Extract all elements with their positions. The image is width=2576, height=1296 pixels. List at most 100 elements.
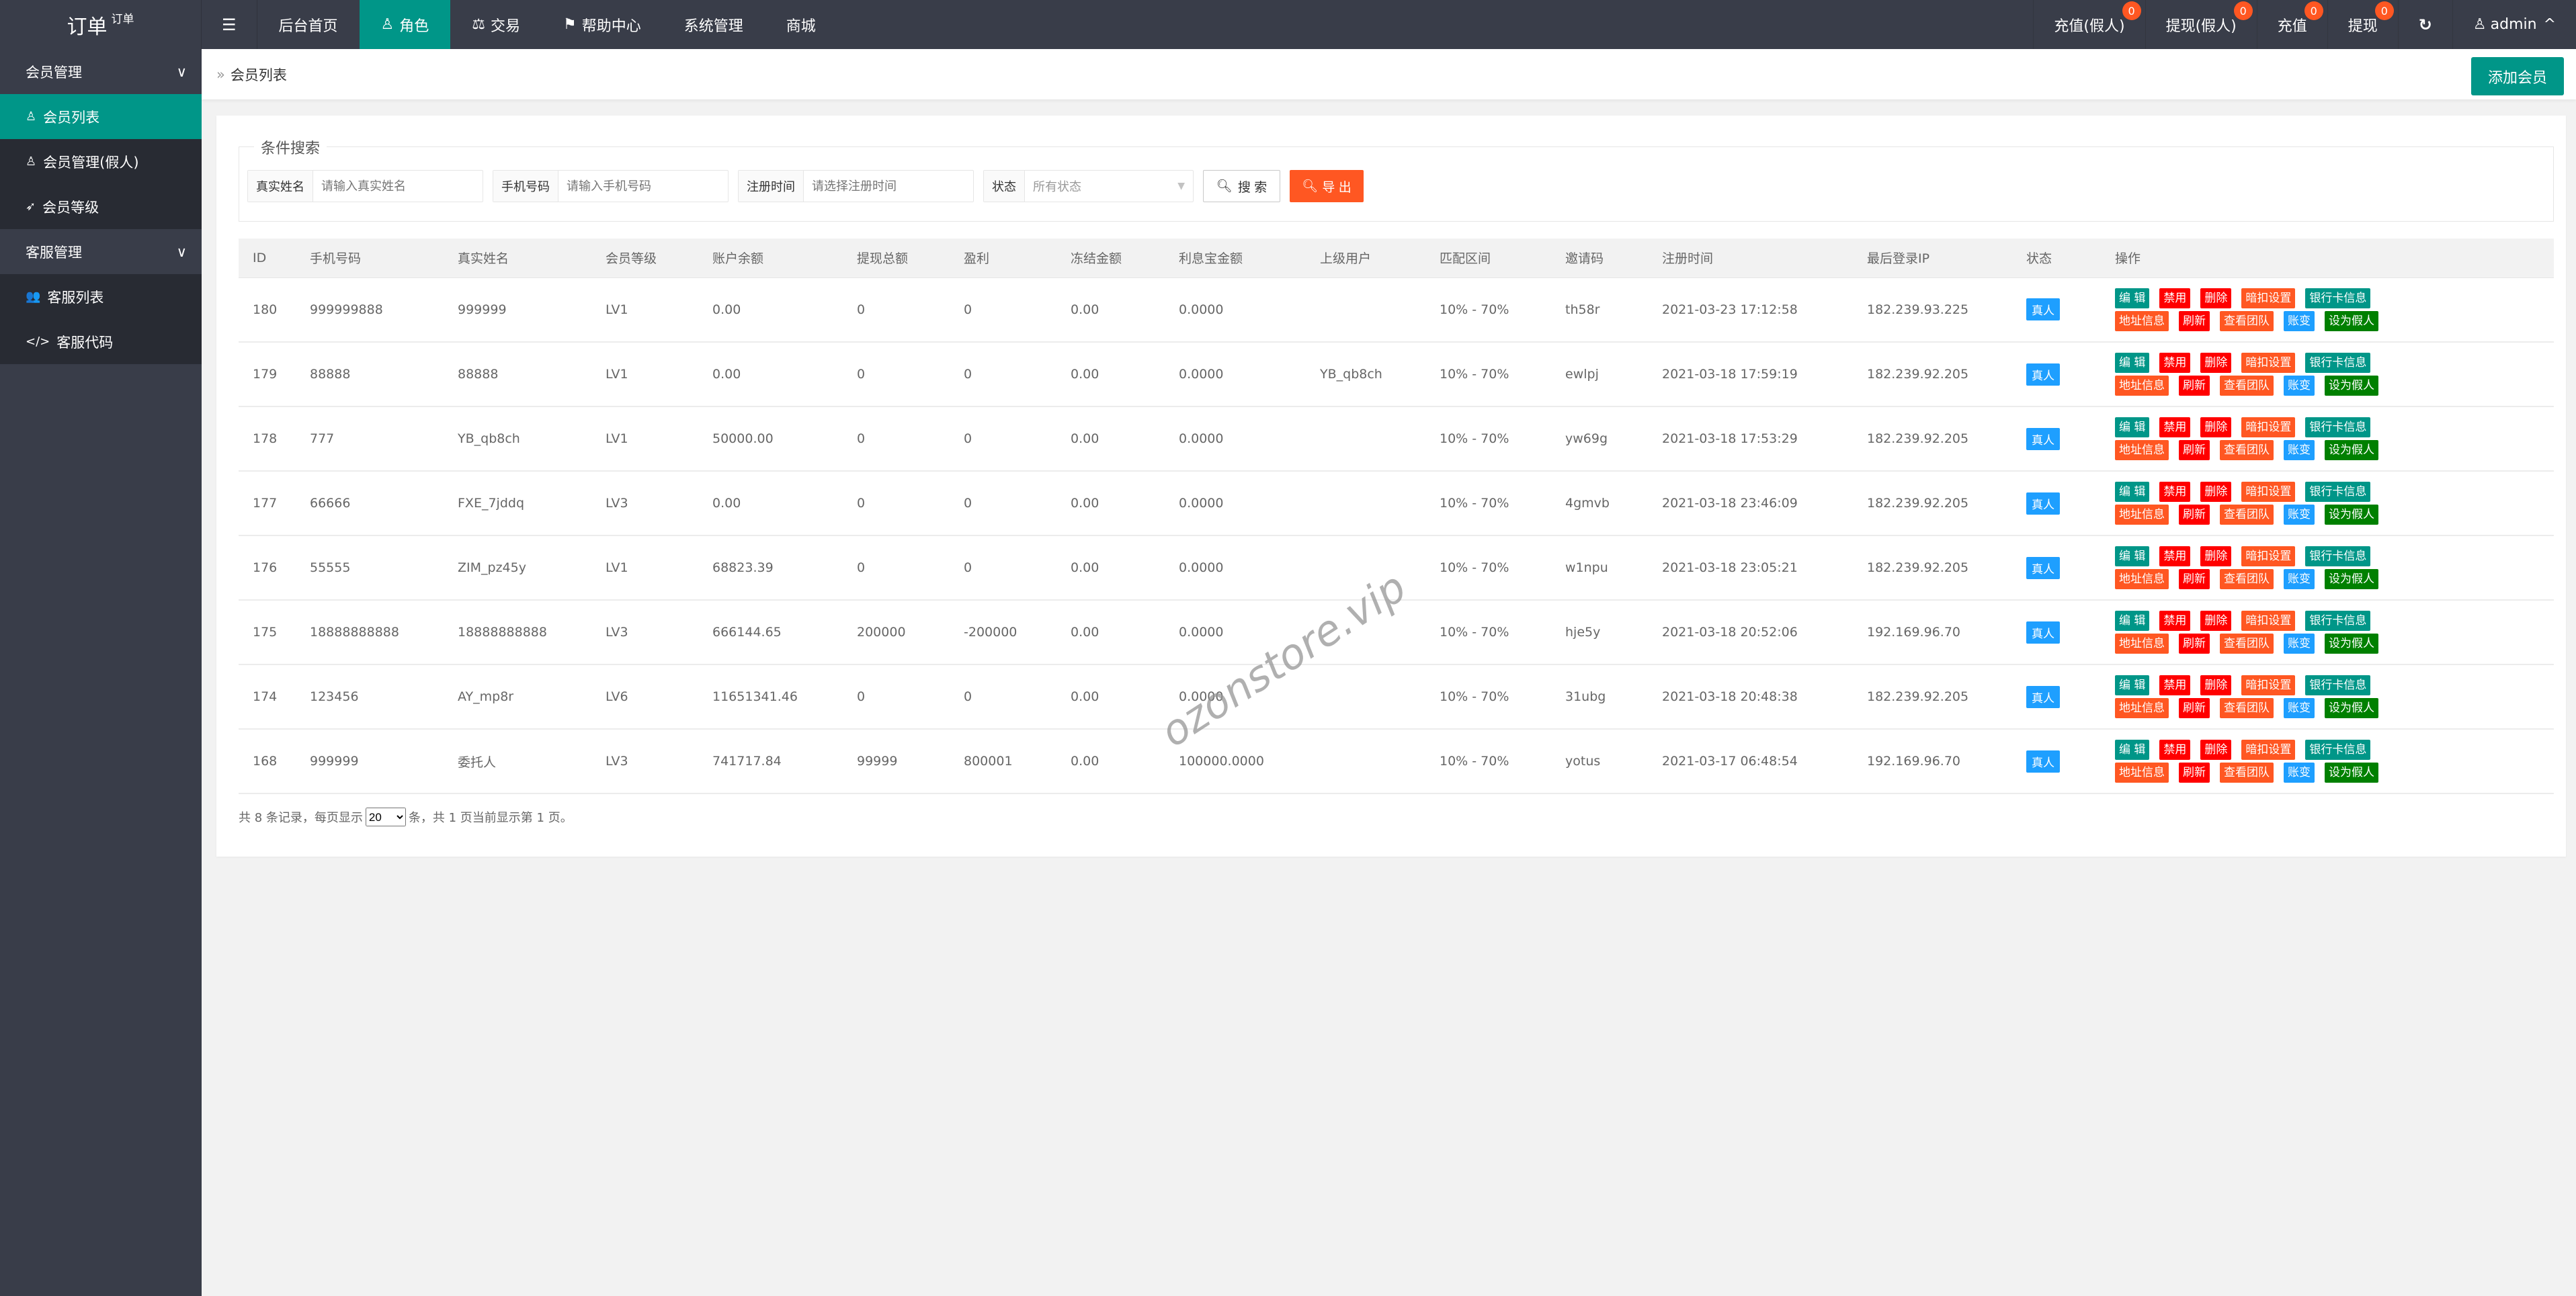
action-button-4[interactable]: 银行卡信息 bbox=[2305, 546, 2371, 566]
action-button-6[interactable]: 刷新 bbox=[2179, 310, 2210, 331]
action-button-5[interactable]: 地址信息 bbox=[2115, 698, 2169, 718]
action-button-3[interactable]: 暗扣设置 bbox=[2241, 740, 2296, 760]
action-button-9[interactable]: 设为假人 bbox=[2325, 569, 2378, 589]
action-button-7[interactable]: 查看团队 bbox=[2220, 634, 2274, 654]
add-member-button[interactable]: 添加会员 bbox=[2471, 57, 2564, 95]
action-button-2[interactable]: 删除 bbox=[2200, 546, 2232, 566]
action-button-9[interactable]: 设为假人 bbox=[2325, 698, 2378, 718]
action-button-9[interactable]: 设为假人 bbox=[2325, 440, 2378, 460]
action-button-7[interactable]: 查看团队 bbox=[2220, 440, 2274, 460]
name-input[interactable] bbox=[313, 171, 483, 202]
sidebar-group-member[interactable]: 会员管理 ∨ bbox=[0, 49, 202, 94]
action-button-3[interactable]: 暗扣设置 bbox=[2241, 611, 2296, 631]
action-button-0[interactable]: 编 辑 bbox=[2115, 417, 2150, 437]
right-nav-item-0[interactable]: 充值(假人) 0 bbox=[2033, 0, 2145, 49]
action-button-5[interactable]: 地址信息 bbox=[2115, 763, 2169, 783]
action-button-8[interactable]: 账变 bbox=[2284, 634, 2315, 654]
action-button-1[interactable]: 禁用 bbox=[2159, 288, 2191, 308]
sidebar-group-support[interactable]: 客服管理 ∨ bbox=[0, 229, 202, 274]
status-badge[interactable]: 真人 bbox=[2026, 427, 2060, 450]
right-nav-item-3[interactable]: 提现 0 bbox=[2327, 0, 2398, 49]
page-size-select[interactable]: 20 bbox=[365, 808, 406, 826]
action-button-5[interactable]: 地址信息 bbox=[2115, 569, 2169, 589]
action-button-6[interactable]: 刷新 bbox=[2179, 505, 2210, 525]
action-button-9[interactable]: 设为假人 bbox=[2325, 763, 2378, 783]
action-button-3[interactable]: 暗扣设置 bbox=[2241, 288, 2296, 308]
action-button-9[interactable]: 设为假人 bbox=[2325, 505, 2378, 525]
action-button-8[interactable]: 账变 bbox=[2284, 569, 2315, 589]
nav-item-2[interactable]: ⚖ 交易 bbox=[450, 0, 542, 49]
action-button-5[interactable]: 地址信息 bbox=[2115, 634, 2169, 654]
nav-item-5[interactable]: 商城 bbox=[765, 0, 837, 49]
action-button-1[interactable]: 禁用 bbox=[2159, 740, 2191, 760]
right-nav-item-2[interactable]: 充值 0 bbox=[2256, 0, 2327, 49]
search-button[interactable]: 🔍︎ 搜 索 bbox=[1203, 170, 1280, 202]
action-button-2[interactable]: 删除 bbox=[2200, 675, 2232, 695]
action-button-1[interactable]: 禁用 bbox=[2159, 353, 2191, 373]
action-button-1[interactable]: 禁用 bbox=[2159, 482, 2191, 502]
status-badge[interactable]: 真人 bbox=[2026, 621, 2060, 644]
action-button-5[interactable]: 地址信息 bbox=[2115, 440, 2169, 460]
action-button-8[interactable]: 账变 bbox=[2284, 376, 2315, 396]
action-button-4[interactable]: 银行卡信息 bbox=[2305, 675, 2371, 695]
action-button-6[interactable]: 刷新 bbox=[2179, 634, 2210, 654]
action-button-3[interactable]: 暗扣设置 bbox=[2241, 482, 2296, 502]
action-button-6[interactable]: 刷新 bbox=[2179, 763, 2210, 783]
action-button-1[interactable]: 禁用 bbox=[2159, 417, 2191, 437]
action-button-8[interactable]: 账变 bbox=[2284, 505, 2315, 525]
action-button-5[interactable]: 地址信息 bbox=[2115, 376, 2169, 396]
export-button[interactable]: 🔍︎ 导 出 bbox=[1290, 170, 1364, 202]
status-select[interactable]: 所有状态 ▼ bbox=[1025, 171, 1193, 202]
action-button-3[interactable]: 暗扣设置 bbox=[2241, 417, 2296, 437]
status-badge[interactable]: 真人 bbox=[2026, 750, 2060, 773]
nav-item-3[interactable]: ⚑ 帮助中心 bbox=[542, 0, 663, 49]
action-button-6[interactable]: 刷新 bbox=[2179, 569, 2210, 589]
action-button-9[interactable]: 设为假人 bbox=[2325, 310, 2378, 331]
action-button-8[interactable]: 账变 bbox=[2284, 763, 2315, 783]
nav-item-4[interactable]: 系统管理 bbox=[663, 0, 765, 49]
action-button-4[interactable]: 银行卡信息 bbox=[2305, 417, 2371, 437]
sidebar-item-support-code[interactable]: </> 客服代码 bbox=[0, 319, 202, 364]
status-badge[interactable]: 真人 bbox=[2026, 363, 2060, 386]
action-button-2[interactable]: 删除 bbox=[2200, 288, 2232, 308]
action-button-7[interactable]: 查看团队 bbox=[2220, 698, 2274, 718]
action-button-1[interactable]: 禁用 bbox=[2159, 611, 2191, 631]
action-button-4[interactable]: 银行卡信息 bbox=[2305, 288, 2371, 308]
menu-toggle-button[interactable]: ☰ bbox=[202, 0, 257, 49]
action-button-7[interactable]: 查看团队 bbox=[2220, 310, 2274, 331]
refresh-button[interactable]: ↻ bbox=[2397, 0, 2452, 49]
action-button-8[interactable]: 账变 bbox=[2284, 698, 2315, 718]
action-button-7[interactable]: 查看团队 bbox=[2220, 569, 2274, 589]
action-button-4[interactable]: 银行卡信息 bbox=[2305, 482, 2371, 502]
right-nav-item-1[interactable]: 提现(假人) 0 bbox=[2145, 0, 2257, 49]
action-button-0[interactable]: 编 辑 bbox=[2115, 611, 2150, 631]
action-button-7[interactable]: 查看团队 bbox=[2220, 505, 2274, 525]
action-button-5[interactable]: 地址信息 bbox=[2115, 505, 2169, 525]
action-button-1[interactable]: 禁用 bbox=[2159, 675, 2191, 695]
action-button-7[interactable]: 查看团队 bbox=[2220, 376, 2274, 396]
action-button-8[interactable]: 账变 bbox=[2284, 440, 2315, 460]
sidebar-item-support-list[interactable]: 👥 客服列表 bbox=[0, 274, 202, 319]
action-button-4[interactable]: 银行卡信息 bbox=[2305, 740, 2371, 760]
action-button-1[interactable]: 禁用 bbox=[2159, 546, 2191, 566]
action-button-6[interactable]: 刷新 bbox=[2179, 440, 2210, 460]
action-button-3[interactable]: 暗扣设置 bbox=[2241, 353, 2296, 373]
action-button-2[interactable]: 删除 bbox=[2200, 740, 2232, 760]
action-button-2[interactable]: 删除 bbox=[2200, 417, 2232, 437]
status-badge[interactable]: 真人 bbox=[2026, 492, 2060, 515]
action-button-0[interactable]: 编 辑 bbox=[2115, 288, 2150, 308]
sidebar-item-member-level[interactable]: ➶ 会员等级 bbox=[0, 184, 202, 229]
nav-item-0[interactable]: 后台首页 bbox=[257, 0, 360, 49]
regtime-input[interactable] bbox=[804, 171, 973, 202]
sidebar-item-member-list[interactable]: ♙ 会员列表 bbox=[0, 94, 202, 139]
action-button-4[interactable]: 银行卡信息 bbox=[2305, 353, 2371, 373]
sidebar-item-fake-members[interactable]: ♙ 会员管理(假人) bbox=[0, 139, 202, 184]
action-button-7[interactable]: 查看团队 bbox=[2220, 763, 2274, 783]
action-button-0[interactable]: 编 辑 bbox=[2115, 546, 2150, 566]
action-button-5[interactable]: 地址信息 bbox=[2115, 310, 2169, 331]
action-button-0[interactable]: 编 辑 bbox=[2115, 353, 2150, 373]
user-menu[interactable]: ♙ admin ^ bbox=[2452, 0, 2576, 49]
action-button-3[interactable]: 暗扣设置 bbox=[2241, 546, 2296, 566]
status-badge[interactable]: 真人 bbox=[2026, 298, 2060, 321]
status-badge[interactable]: 真人 bbox=[2026, 556, 2060, 579]
